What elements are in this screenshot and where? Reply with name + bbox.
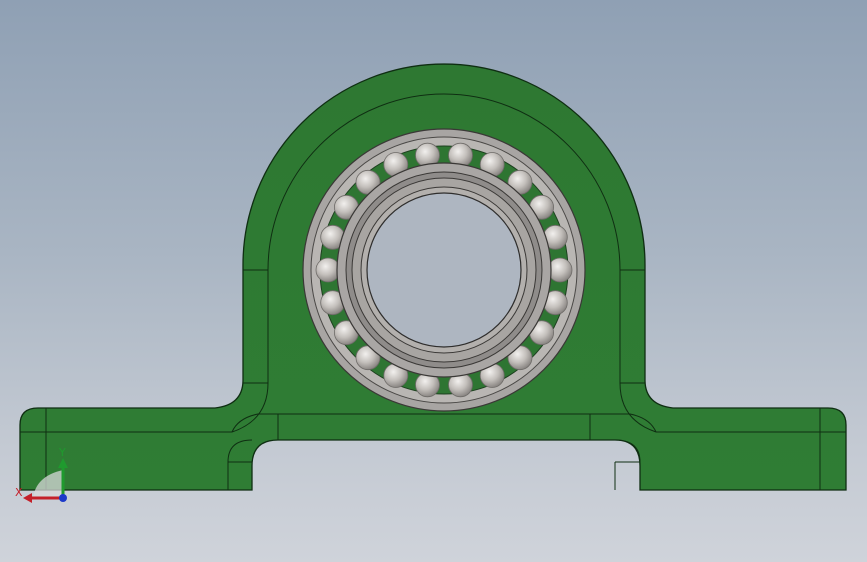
ball-bearing	[302, 128, 586, 412]
bearing-bore	[366, 192, 522, 348]
triad-y-label: Y	[58, 446, 66, 459]
triad-z-axis-icon	[59, 494, 67, 502]
triad-x-label: X	[15, 486, 23, 499]
bearing-ball	[315, 257, 341, 283]
cad-viewport[interactable]: Y X	[0, 0, 867, 562]
triad-x-arrow-icon	[23, 493, 32, 503]
